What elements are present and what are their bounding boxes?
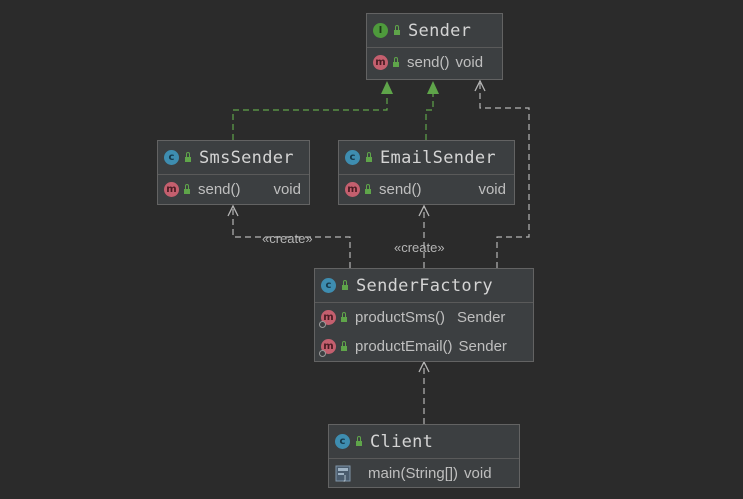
create-label-email: «create» bbox=[394, 240, 445, 255]
method-return-type: void bbox=[455, 54, 484, 71]
edge-smssender-implements-sender bbox=[232, 86, 388, 140]
method-return-type: Sender bbox=[457, 309, 506, 326]
class-name-senderfactory: SenderFactory bbox=[356, 275, 493, 296]
class-box-senderfactory[interactable]: c SenderFactory m productSms() Sender m … bbox=[314, 268, 534, 362]
method-name: productSms() bbox=[355, 309, 446, 326]
method-icon: m bbox=[345, 182, 360, 197]
method-icon: m bbox=[164, 182, 179, 197]
public-lock-icon bbox=[366, 152, 372, 162]
method-row-smssender-send[interactable]: m send() void bbox=[158, 175, 309, 204]
class-icon: c bbox=[321, 278, 336, 293]
method-row-client-main[interactable]: J main(String[]) void bbox=[329, 459, 519, 488]
method-name: send() bbox=[198, 181, 241, 198]
class-box-smssender[interactable]: c SmsSender m send() void bbox=[157, 140, 310, 205]
method-return-type: Sender bbox=[458, 338, 507, 355]
class-box-sender[interactable]: I Sender m send() void bbox=[366, 13, 503, 80]
create-label-sms: «create» bbox=[262, 231, 313, 246]
method-name: send() bbox=[407, 54, 450, 71]
class-box-emailsender[interactable]: c EmailSender m send() void bbox=[338, 140, 515, 205]
java-main-icon: J bbox=[335, 465, 351, 482]
class-box-client[interactable]: c Client J main(String[]) void bbox=[328, 424, 520, 488]
class-icon: c bbox=[164, 150, 179, 165]
class-header-senderfactory: c SenderFactory bbox=[315, 269, 533, 303]
public-lock-icon bbox=[341, 312, 347, 322]
method-name: productEmail() bbox=[355, 338, 453, 355]
static-marker-icon bbox=[319, 321, 326, 328]
public-lock-icon bbox=[394, 25, 400, 35]
class-name-client: Client bbox=[370, 431, 434, 452]
method-name: send() bbox=[379, 181, 422, 198]
method-return-type: void bbox=[464, 465, 492, 482]
method-return-type: void bbox=[478, 181, 506, 198]
arrowhead-emailsender-sender bbox=[427, 81, 439, 94]
method-row-emailsender-send[interactable]: m send() void bbox=[339, 175, 514, 204]
method-name: main(String[]) bbox=[368, 465, 459, 482]
method-row-senderfactory-productemail[interactable]: m productEmail() Sender bbox=[315, 332, 533, 361]
method-row-sender-send[interactable]: m send() void bbox=[367, 48, 502, 77]
public-lock-icon bbox=[356, 436, 362, 446]
class-name-sender: Sender bbox=[408, 20, 472, 41]
method-return-type: void bbox=[273, 181, 301, 198]
interface-icon: I bbox=[373, 23, 388, 38]
class-icon: c bbox=[345, 150, 360, 165]
static-marker-icon bbox=[319, 350, 326, 357]
public-lock-icon bbox=[184, 184, 190, 194]
class-header-sender: I Sender bbox=[367, 14, 502, 48]
public-lock-icon bbox=[342, 280, 348, 290]
public-lock-icon bbox=[393, 57, 399, 67]
method-icon: m bbox=[373, 55, 388, 70]
svg-text:J: J bbox=[343, 474, 346, 482]
method-row-senderfactory-productsms[interactable]: m productSms() Sender bbox=[315, 303, 533, 332]
public-lock-icon bbox=[185, 152, 191, 162]
runnable-class-icon: c bbox=[335, 434, 350, 449]
class-header-emailsender: c EmailSender bbox=[339, 141, 514, 175]
edge-emailsender-implements-sender bbox=[425, 86, 434, 140]
public-lock-icon bbox=[341, 341, 347, 351]
class-header-client: c Client bbox=[329, 425, 519, 459]
class-header-smssender: c SmsSender bbox=[158, 141, 309, 175]
class-name-smssender: SmsSender bbox=[199, 147, 294, 168]
public-lock-icon bbox=[365, 184, 371, 194]
arrowhead-smssender-sender bbox=[381, 81, 393, 94]
class-name-emailsender: EmailSender bbox=[380, 147, 496, 168]
